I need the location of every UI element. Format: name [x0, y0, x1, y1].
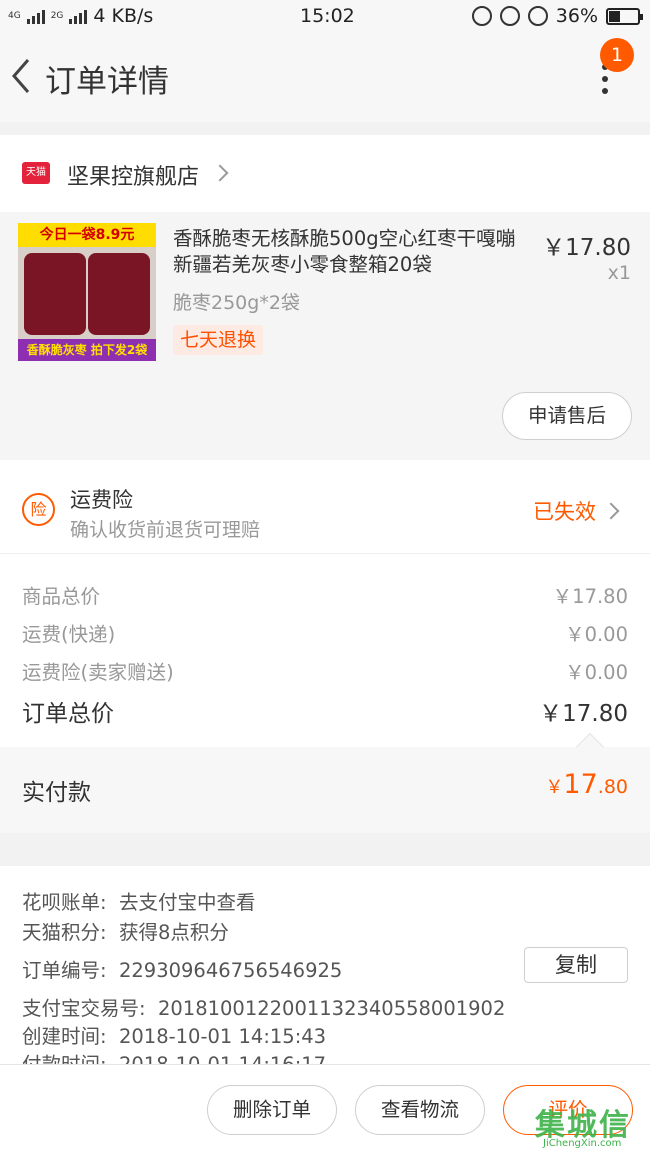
battery-percent: 36%: [555, 5, 598, 27]
shipping-row: 运费(快递) ￥0.00: [22, 618, 628, 647]
order-number: 229309646756546925: [118, 959, 343, 982]
product-price: ￥17.80: [542, 235, 631, 261]
page-title: 订单详情: [45, 64, 169, 100]
insurance-icon: 险: [22, 493, 55, 526]
shipping-label: 运费(快递): [22, 623, 116, 646]
price-summary: 商品总价 ￥17.80 运费(快递) ￥0.00 运费险(卖家赠送) ￥0.00…: [0, 554, 650, 747]
insurance-status: 已失效: [533, 500, 596, 524]
order-number-row: 订单编号: 229309646756546925: [22, 959, 343, 982]
order-total-value: ￥17.80: [539, 701, 628, 727]
order-info: 花呗账单: 去支付宝中查看 天猫积分: 获得8点积分 订单编号: 2293096…: [0, 866, 650, 1066]
order-total-row: 订单总价 ￥17.80: [22, 694, 628, 728]
back-arrow-icon[interactable]: [8, 56, 38, 96]
network-type-2: 2G: [50, 10, 64, 21]
product-spec: 脆枣250g*2袋: [173, 292, 300, 314]
nav-bar: 订单详情 1: [0, 34, 650, 122]
notification-badge: 1: [600, 38, 634, 72]
network-type-1: 4G: [8, 10, 21, 21]
order-detail-page: 4G 2G 4 KB/s 15:02 36% 订单详情 1 天猫 坚果控旗舰店: [0, 0, 650, 1155]
product-quantity: x1: [607, 262, 631, 284]
product-image-banner: 今日一袋8.9元: [18, 223, 156, 247]
signal-icon-2: [69, 8, 88, 24]
rotation-lock-icon: [499, 6, 520, 26]
clock: 15:02: [300, 5, 355, 27]
product-image[interactable]: 今日一袋8.9元 香酥脆灰枣 拍下发2袋: [18, 223, 156, 361]
tmall-logo-icon: 天猫: [22, 162, 50, 184]
shipping-insurance-row[interactable]: 险 运费险 确认收货前退货可理赔 已失效: [0, 460, 650, 554]
mute-icon: [471, 6, 492, 26]
alipay-trade-row: 支付宝交易号: 2018100122001132340558001902: [22, 997, 506, 1020]
alarm-icon: [527, 6, 548, 26]
shop-row[interactable]: 天猫 坚果控旗舰店: [0, 135, 650, 212]
actual-payment-row: 实付款 ￥17.80: [0, 747, 650, 833]
subtotal-label: 商品总价: [22, 585, 101, 608]
insurance-fee-label: 运费险(卖家赠送): [22, 661, 174, 684]
created-time-row: 创建时间: 2018-10-01 14:15:43: [22, 1025, 327, 1048]
shipping-value: ￥0.00: [565, 623, 628, 646]
insurance-fee-value: ￥0.00: [565, 661, 628, 684]
insurance-title: 运费险: [70, 488, 133, 512]
insurance-subtitle: 确认收货前退货可理赔: [70, 519, 261, 541]
product-card[interactable]: 今日一袋8.9元 香酥脆灰枣 拍下发2袋 香酥脆枣无核酥脆500g空心红枣干嘎嘣…: [0, 212, 650, 460]
network-speed: 4 KB/s: [93, 5, 154, 27]
product-title[interactable]: 香酥脆枣无核酥脆500g空心红枣干嘎嘣新疆若羌灰枣小零食整箱20袋: [173, 226, 533, 278]
copy-button[interactable]: 复制: [524, 947, 628, 983]
after-sale-button[interactable]: 申请售后: [502, 392, 632, 440]
chevron-right-icon: [211, 164, 229, 182]
subtotal-row: 商品总价 ￥17.80: [22, 580, 628, 609]
product-image-footer: 香酥脆灰枣 拍下发2袋: [18, 339, 156, 361]
watermark-logo: 集城信 JiChengXin.com: [535, 1108, 631, 1149]
view-logistics-button[interactable]: 查看物流: [355, 1085, 485, 1135]
status-bar: 4G 2G 4 KB/s 15:02 36%: [0, 0, 650, 34]
insurance-fee-row: 运费险(卖家赠送) ￥0.00: [22, 656, 628, 685]
paid-label: 实付款: [22, 780, 91, 806]
subtotal-value: ￥17.80: [552, 585, 628, 608]
order-total-label: 订单总价: [22, 701, 114, 727]
delete-order-button[interactable]: 删除订单: [207, 1085, 337, 1135]
shop-name: 坚果控旗舰店: [67, 165, 200, 190]
paid-amount: ￥17.80: [545, 769, 628, 800]
points-row: 天猫积分: 获得8点积分: [22, 921, 229, 944]
chevron-right-icon: [602, 502, 620, 520]
battery-icon: [606, 7, 643, 25]
return-policy-tag: 七天退换: [173, 325, 264, 355]
signal-icon: [26, 8, 45, 24]
huabei-row[interactable]: 花呗账单: 去支付宝中查看: [22, 886, 256, 915]
